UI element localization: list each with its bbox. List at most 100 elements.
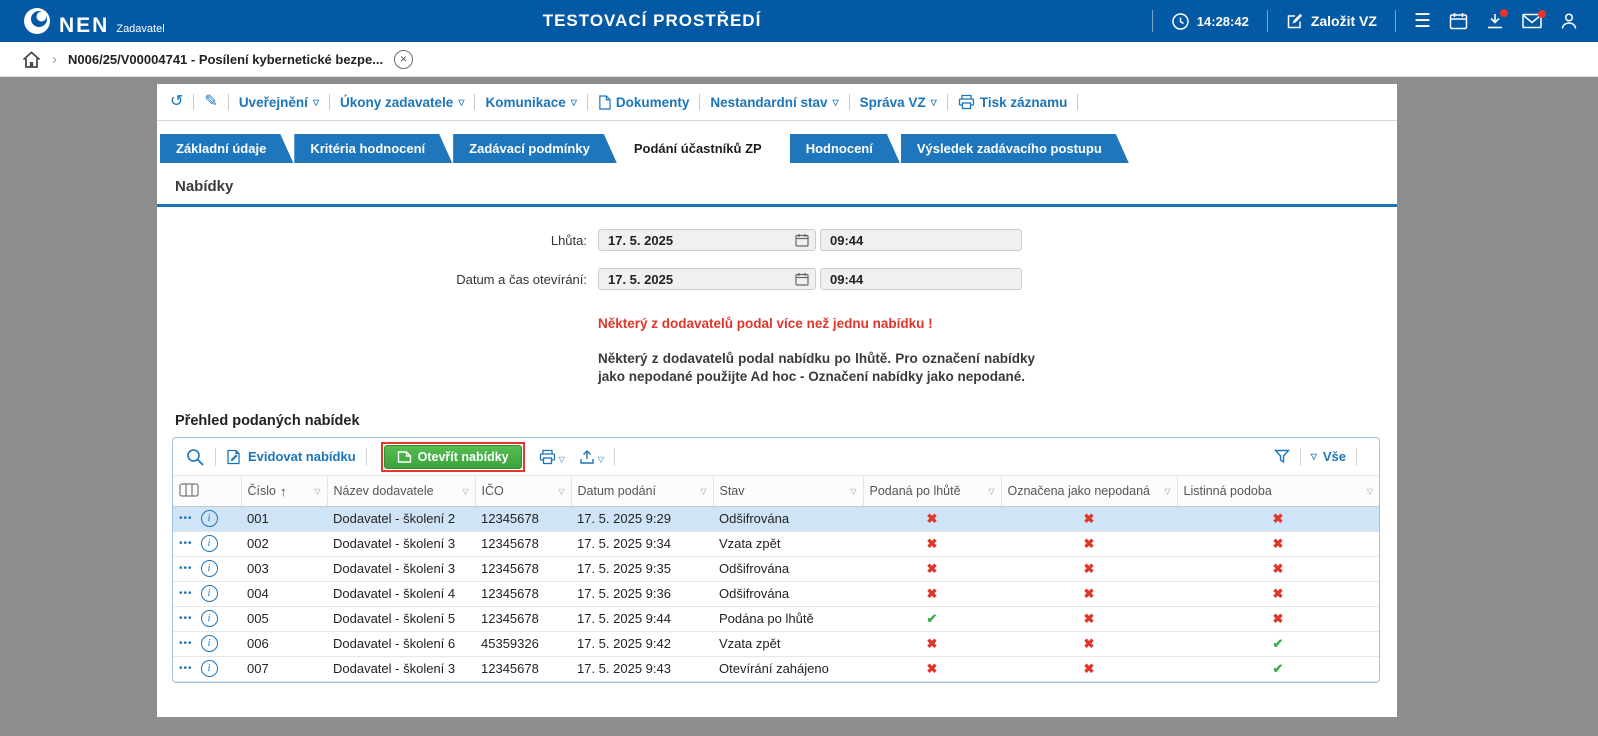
table-row[interactable]: •••i 001 Dodavatel - školení 2 12345678 …: [173, 506, 1379, 531]
field-label-oteviranie: Datum a čas otevírání:: [157, 272, 587, 287]
column-filter-icon[interactable]: ▽: [988, 487, 994, 496]
chevron-down-icon[interactable]: ▽: [559, 455, 565, 464]
info-icon[interactable]: i: [201, 585, 218, 602]
tab-hodnoceni[interactable]: Hodnocení: [790, 134, 900, 163]
status-mark-icon: [1084, 511, 1095, 526]
table-row[interactable]: •••i 004 Dodavatel - školení 4 12345678 …: [173, 581, 1379, 606]
cell-nazev: Dodavatel - školení 2: [327, 506, 475, 531]
column-filter-icon[interactable]: ▽: [462, 487, 468, 496]
info-icon[interactable]: i: [201, 610, 218, 627]
table-row[interactable]: •••i 003 Dodavatel - školení 3 12345678 …: [173, 556, 1379, 581]
calendar-icon[interactable]: [795, 233, 809, 247]
cell-listinna: [1177, 656, 1379, 681]
info-icon[interactable]: i: [201, 510, 218, 527]
notification-badge: [1500, 9, 1508, 17]
tab-zakladni-udaje[interactable]: Základní údaje: [160, 134, 293, 163]
column-filter-icon[interactable]: ▽: [850, 487, 856, 496]
column-header-nazev[interactable]: Název dodavatele▽: [327, 476, 475, 506]
lhuta-date-input[interactable]: 17. 5. 2025: [598, 229, 816, 251]
row-actions-icon[interactable]: •••: [179, 638, 193, 649]
close-record-icon[interactable]: ✕: [394, 50, 413, 69]
column-settings-icon[interactable]: [179, 483, 199, 497]
user-icon[interactable]: [1560, 12, 1578, 30]
calendar-icon[interactable]: [1449, 12, 1468, 30]
chevron-down-icon: ▽: [931, 98, 937, 107]
chevron-down-icon[interactable]: ▽: [598, 455, 604, 464]
document-edit-icon: [226, 449, 242, 465]
column-filter-icon[interactable]: ▽: [558, 487, 564, 496]
divider: [1152, 10, 1153, 32]
lhuta-time-input[interactable]: 09:44: [820, 229, 1022, 251]
filter-icon[interactable]: [1274, 449, 1290, 464]
toolbar-item-dokumenty[interactable]: Dokumenty: [598, 95, 690, 110]
toolbar-item-ukony-zadavatele[interactable]: Úkony zadavatele ▽: [340, 95, 464, 110]
toolbar-item-tisk-zaznamu[interactable]: Tisk záznamu: [958, 94, 1068, 110]
row-actions-icon[interactable]: •••: [179, 513, 193, 524]
row-actions-icon[interactable]: •••: [179, 538, 193, 549]
column-header-datum[interactable]: Datum podání▽: [571, 476, 713, 506]
tab-podani-ucastniku-zp[interactable]: Podání účastníků ZP: [618, 134, 789, 163]
info-icon[interactable]: i: [201, 635, 218, 652]
toolbar-item-uverejneni[interactable]: Uveřejnění ▽: [239, 95, 319, 110]
filter-all-dropdown[interactable]: ▽ Vše: [1311, 449, 1346, 464]
status-mark-icon: [1084, 636, 1095, 651]
breadcrumb-item[interactable]: N006/25/V00004741 - Posílení kybernetick…: [68, 52, 383, 67]
print-icon[interactable]: [539, 449, 556, 465]
column-header-cislo[interactable]: Číslo ↑ ▽: [241, 476, 327, 506]
row-actions-icon[interactable]: •••: [179, 563, 193, 574]
column-filter-icon[interactable]: ▽: [1164, 487, 1170, 496]
tab-vysledek-zadavaciho-postupu[interactable]: Výsledek zadávacího postupu: [901, 134, 1129, 163]
info-icon[interactable]: i: [201, 535, 218, 552]
open-offers-button[interactable]: Otevřít nabídky: [384, 445, 522, 469]
tab-zadavaci-podminky[interactable]: Zadávací podmínky: [453, 134, 617, 163]
info-icon[interactable]: i: [201, 560, 218, 577]
row-actions-icon[interactable]: •••: [179, 663, 193, 674]
cell-ico: 12345678: [475, 531, 571, 556]
sort-asc-icon[interactable]: ↑: [280, 484, 287, 499]
info-icon[interactable]: i: [201, 660, 218, 677]
divider: [215, 448, 216, 466]
create-vz-button[interactable]: Založit VZ: [1286, 12, 1377, 30]
home-icon[interactable]: [22, 51, 41, 68]
column-header-listinna[interactable]: Listinná podoba▽: [1177, 476, 1379, 506]
chevron-right-icon: ›: [52, 51, 57, 68]
column-settings-header[interactable]: [173, 476, 241, 506]
calendar-icon[interactable]: [795, 272, 809, 286]
toolbar-item-komunikace[interactable]: Komunikace ▽: [485, 95, 576, 110]
app-logo[interactable]: NEN Zadavatel: [22, 6, 165, 36]
export-icon[interactable]: [579, 449, 595, 465]
history-icon[interactable]: ↺: [170, 94, 183, 110]
column-header-ico[interactable]: IČO▽: [475, 476, 571, 506]
cell-nepodana: [1001, 656, 1177, 681]
toolbar-item-nestandardni-stav[interactable]: Nestandardní stav ▽: [710, 95, 838, 110]
oteviranie-time-input[interactable]: 09:44: [820, 268, 1022, 290]
menu-icon[interactable]: ☰: [1414, 12, 1431, 31]
chevron-down-icon: ▽: [458, 98, 464, 107]
column-header-po-lhute[interactable]: Podaná po lhůtě▽: [863, 476, 1001, 506]
table-row[interactable]: •••i 002 Dodavatel - školení 3 12345678 …: [173, 531, 1379, 556]
mail-icon[interactable]: [1522, 13, 1542, 29]
oteviranie-date-input[interactable]: 17. 5. 2025: [598, 268, 816, 290]
search-icon[interactable]: [185, 447, 205, 467]
edit-icon[interactable]: ✎: [204, 94, 217, 110]
toolbar-item-sprava-vz[interactable]: Správa VZ ▽: [860, 95, 937, 110]
table-row[interactable]: •••i 007 Dodavatel - školení 3 12345678 …: [173, 656, 1379, 681]
row-actions-icon[interactable]: •••: [179, 613, 193, 624]
cell-cislo: 007: [241, 656, 327, 681]
column-header-stav[interactable]: Stav▽: [713, 476, 863, 506]
column-filter-icon[interactable]: ▽: [700, 487, 706, 496]
download-icon[interactable]: [1486, 12, 1504, 30]
chevron-down-icon: ▽: [1311, 452, 1317, 461]
row-actions-icon[interactable]: •••: [179, 588, 193, 599]
column-filter-icon[interactable]: ▽: [314, 487, 320, 496]
column-header-nepodana[interactable]: Označena jako nepodaná▽: [1001, 476, 1177, 506]
divider: [849, 94, 850, 110]
table-row[interactable]: •••i 005 Dodavatel - školení 5 12345678 …: [173, 606, 1379, 631]
cell-listinna: [1177, 556, 1379, 581]
cell-ico: 45359326: [475, 631, 571, 656]
tab-kriteria-hodnoceni[interactable]: Kritéria hodnocení: [294, 134, 452, 163]
table-row[interactable]: •••i 006 Dodavatel - školení 6 45359326 …: [173, 631, 1379, 656]
register-offer-button[interactable]: Evidovat nabídku: [226, 449, 356, 465]
status-mark-icon: [927, 511, 938, 526]
column-filter-icon[interactable]: ▽: [1367, 487, 1373, 496]
